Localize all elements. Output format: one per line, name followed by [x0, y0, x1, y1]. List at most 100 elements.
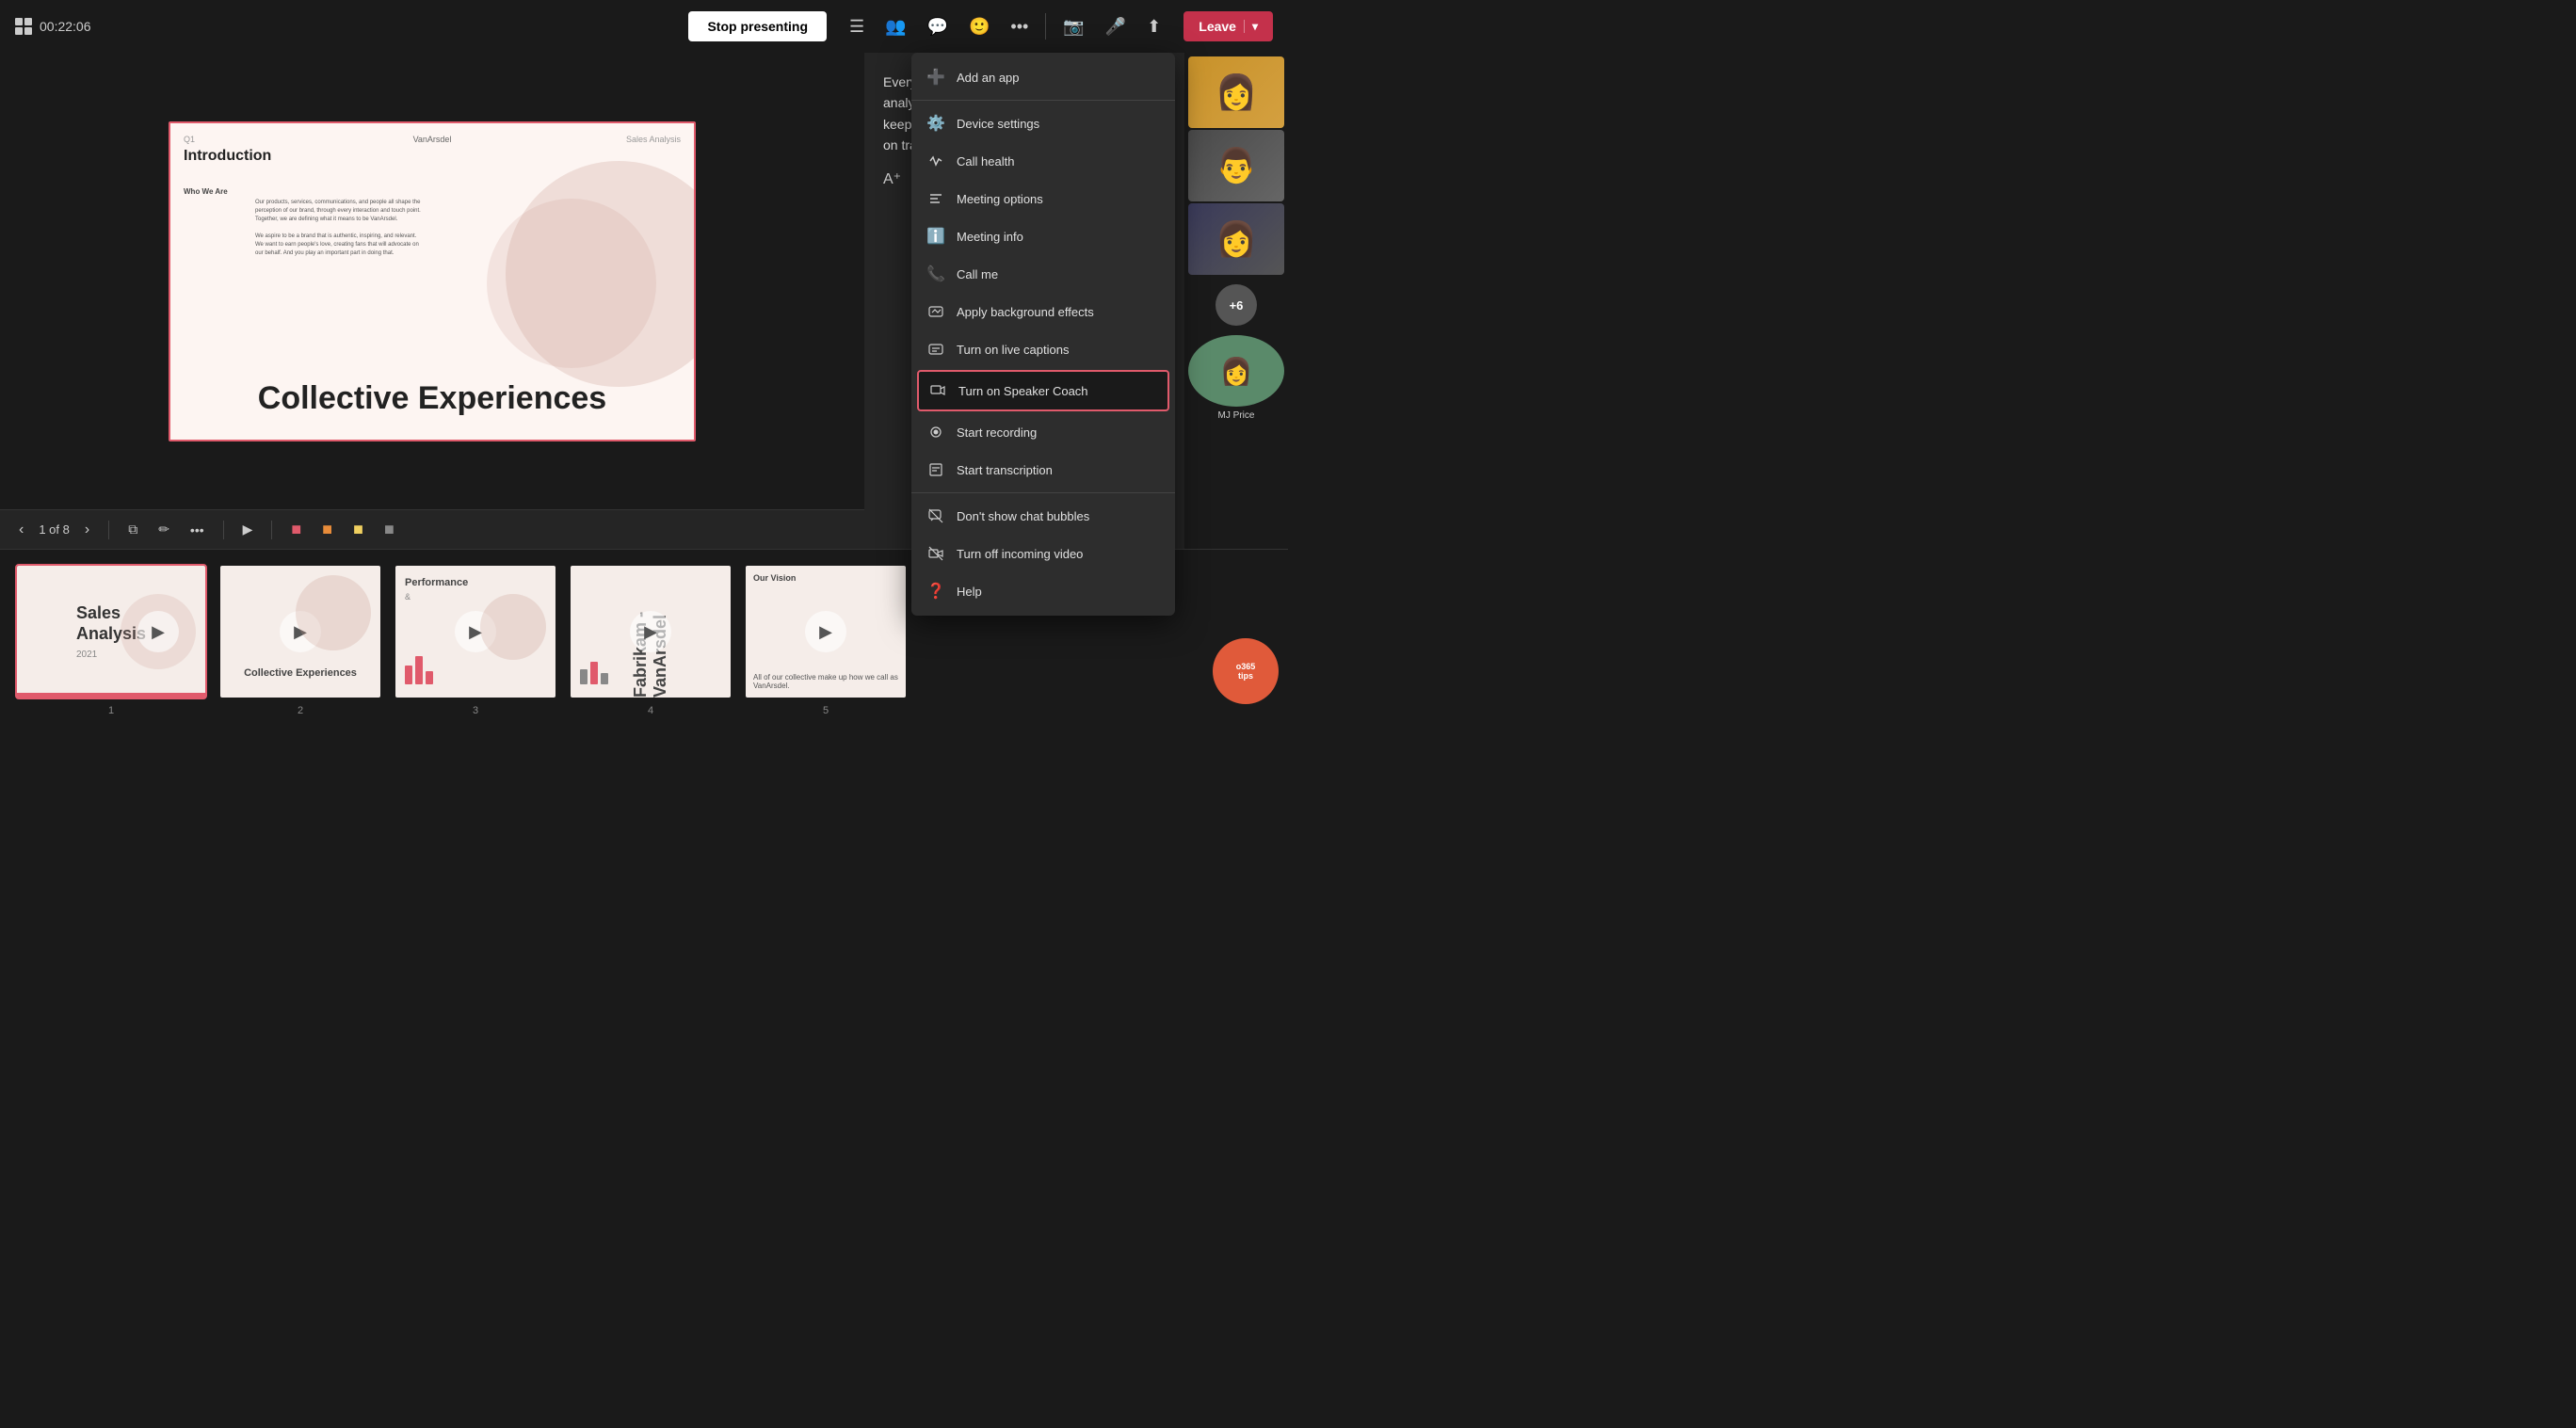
slide-prev-button[interactable]: ‹ [13, 518, 29, 542]
thumbnail-4[interactable]: Fabrikam - VanArsdel ▶ 4 [569, 564, 733, 699]
menu-item-turn-off-video[interactable]: Turn off incoming video [911, 535, 1175, 572]
camera-button[interactable]: 📷 [1055, 11, 1091, 42]
microphone-button[interactable]: 🎤 [1098, 11, 1134, 42]
participant-video-3: 👩 [1188, 203, 1284, 275]
menu-item-meeting-options[interactable]: Meeting options [911, 180, 1175, 217]
menu-item-no-chat-bubbles[interactable]: Don't show chat bubbles [911, 497, 1175, 535]
thumb-5-video-icon: ▶ [805, 611, 846, 652]
slide-container: Q1 VanArsdel Sales Analysis Introduction… [0, 53, 864, 509]
start-recording-icon [926, 423, 945, 441]
thumb-3-circle [480, 594, 546, 660]
thumbnail-5-inner: Our Vision ▶ All of our collective make … [744, 564, 908, 699]
thumb-4-bar-2 [590, 662, 598, 684]
thumb-4-video-icon: ▶ [630, 611, 671, 652]
start-transcription-label: Start transcription [957, 463, 1053, 477]
no-chat-bubbles-label: Don't show chat bubbles [957, 509, 1089, 523]
call-me-label: Call me [957, 267, 998, 281]
participants-icon-button[interactable]: 👥 [877, 11, 913, 42]
share-button[interactable]: ⬆ [1139, 11, 1168, 42]
meeting-options-label: Meeting options [957, 192, 1043, 206]
branding-badge: o365 tips [1213, 638, 1279, 704]
more-slide-options[interactable]: ••• [185, 519, 210, 541]
menu-item-add-app[interactable]: ➕ Add an app [911, 58, 1175, 96]
thumb-4-number: 4 [648, 705, 653, 714]
thumb-slide-2: ▶ Collective Experiences [220, 566, 380, 698]
thumb-3-bars [405, 656, 433, 684]
speaker-coach-icon [928, 381, 947, 400]
menu-item-live-captions[interactable]: Turn on live captions [911, 330, 1175, 368]
help-label: Help [957, 585, 982, 599]
orange-marker-button[interactable]: ■ [316, 516, 338, 543]
slide-brand: VanArsdel [413, 135, 452, 144]
menu-icon-button[interactable]: ☰ [842, 11, 872, 42]
thumb-2-number: 2 [298, 705, 303, 714]
menu-item-call-health[interactable]: Call health [911, 142, 1175, 180]
slide-divider-3 [271, 521, 272, 539]
thumbnail-3-inner: Performance & ▶ [394, 564, 557, 699]
slide-divider-2 [223, 521, 224, 539]
slide-divider [108, 521, 109, 539]
branding-line1: o365 [1236, 662, 1256, 671]
slide-decorative-circle-2 [487, 199, 656, 368]
slide-next-button[interactable]: › [79, 518, 95, 542]
menu-item-device-settings[interactable]: ⚙️ Device settings [911, 104, 1175, 142]
speaker-coach-label: Turn on Speaker Coach [958, 384, 1088, 398]
leave-label: Leave [1199, 19, 1236, 34]
no-chat-bubbles-icon [926, 506, 945, 525]
dropdown-menu: ➕ Add an app ⚙️ Device settings Call hea… [911, 53, 1175, 616]
thumb-4-bar-3 [601, 673, 608, 684]
slide-title: Introduction [184, 148, 271, 165]
menu-item-help[interactable]: ❓ Help [911, 572, 1175, 610]
live-captions-icon [926, 340, 945, 359]
call-health-icon [926, 152, 945, 170]
dark-marker-button[interactable]: ■ [378, 516, 400, 543]
menu-item-background-effects[interactable]: Apply background effects [911, 293, 1175, 330]
menu-item-meeting-info[interactable]: ℹ️ Meeting info [911, 217, 1175, 255]
chat-icon-button[interactable]: 💬 [920, 11, 956, 42]
menu-item-start-recording[interactable]: Start recording [911, 413, 1175, 451]
menu-item-start-transcription[interactable]: Start transcription [911, 451, 1175, 489]
app-icon-area: 00:22:06 [15, 18, 91, 35]
grid-icon [15, 18, 32, 35]
thumb-5-text: All of our collective make up how we cal… [753, 673, 898, 690]
leave-chevron-icon[interactable]: ▾ [1244, 20, 1258, 33]
text-increase-button[interactable]: A⁺ [883, 169, 901, 188]
mj-price-avatar: 👩 [1188, 335, 1284, 407]
thumbnail-1[interactable]: SalesAnalysis 2021 ▶ 1 [15, 564, 207, 699]
more-participants-button[interactable]: +6 [1216, 284, 1257, 326]
slide-q1: Q1 [184, 135, 195, 144]
thumbnail-5[interactable]: Our Vision ▶ All of our collective make … [744, 564, 908, 699]
add-app-label: Add an app [957, 71, 1020, 85]
stop-presenting-button[interactable]: Stop presenting [688, 11, 827, 41]
background-effects-icon [926, 302, 945, 321]
meeting-info-icon: ℹ️ [926, 227, 945, 246]
call-me-icon: 📞 [926, 265, 945, 283]
live-captions-label: Turn on live captions [957, 343, 1069, 357]
thumb-slide-1: SalesAnalysis 2021 ▶ [17, 566, 205, 698]
thumb-slide-4: Fabrikam - VanArsdel ▶ [571, 566, 731, 698]
thumbnail-3[interactable]: Performance & ▶ 3 [394, 564, 557, 699]
meeting-options-icon [926, 189, 945, 208]
call-health-label: Call health [957, 154, 1014, 168]
start-transcription-icon [926, 460, 945, 479]
thumb-3-perf-text: Performance [405, 577, 468, 588]
more-options-button[interactable]: ••• [1003, 11, 1036, 42]
leave-button[interactable]: Leave ▾ [1183, 11, 1273, 41]
yellow-marker-button[interactable]: ■ [347, 516, 369, 543]
thumb-3-bar-1 [405, 666, 412, 684]
red-marker-button[interactable]: ■ [285, 516, 307, 543]
menu-item-call-me[interactable]: 📞 Call me [911, 255, 1175, 293]
thumbnail-2[interactable]: ▶ Collective Experiences 2 [218, 564, 382, 699]
slide-frame: Q1 VanArsdel Sales Analysis Introduction… [169, 121, 696, 441]
annotation-button[interactable]: ✏ [153, 518, 175, 541]
timer: 00:22:06 [40, 19, 91, 34]
device-settings-icon: ⚙️ [926, 114, 945, 133]
copy-slide-button[interactable]: ⧉ [122, 518, 143, 541]
reactions-icon-button[interactable]: 🙂 [961, 11, 997, 42]
top-controls: ☰ 👥 💬 🙂 ••• 📷 🎤 ⬆ [842, 11, 1168, 42]
slide-controls: ‹ 1 of 8 › ⧉ ✏ ••• ▶ ■ ■ ■ ■ [0, 509, 864, 549]
play-button[interactable]: ▶ [237, 518, 259, 541]
slide-body-text: Our products, services, communications, … [255, 199, 425, 258]
menu-item-speaker-coach[interactable]: Turn on Speaker Coach [917, 370, 1169, 411]
thumb-1-year: 2021 [76, 650, 97, 660]
